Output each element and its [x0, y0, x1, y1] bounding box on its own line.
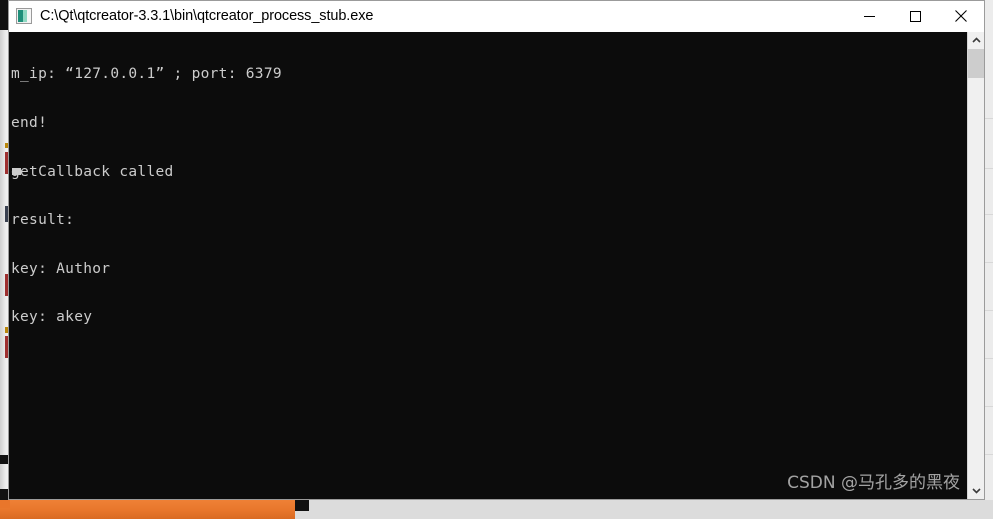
window-controls — [846, 1, 984, 31]
console-app-icon — [16, 8, 32, 24]
text-cursor — [12, 168, 21, 175]
maximize-button[interactable] — [892, 1, 938, 31]
minimize-button[interactable] — [846, 1, 892, 31]
background-console-strip — [0, 0, 8, 30]
scrollbar-track[interactable] — [968, 49, 984, 482]
console-line: result: — [11, 212, 75, 229]
taskbar-background — [295, 500, 993, 519]
console-window: C:\Qt\qtcreator-3.3.1\bin\qtcreator_proc… — [8, 0, 985, 500]
console-line: m_ip: “127.0.0.1” ; port: 6379 — [11, 66, 282, 83]
icon-segment — [27, 10, 31, 22]
taskbar-accent-notch — [0, 500, 10, 508]
vertical-scrollbar[interactable] — [967, 32, 984, 499]
scroll-down-button[interactable] — [968, 482, 984, 499]
console-output[interactable]: m_ip: “127.0.0.1” ; port: 6379 end! getC… — [9, 32, 967, 499]
console-line: getCallback called — [11, 163, 174, 180]
scrollbar-thumb[interactable] — [968, 49, 984, 78]
console-line: end! — [11, 115, 48, 131]
taskbar-dark-notch — [295, 500, 309, 511]
window-title: C:\Qt\qtcreator-3.3.1\bin\qtcreator_proc… — [40, 8, 374, 24]
console-line: key: Author — [11, 260, 111, 277]
window-titlebar[interactable]: C:\Qt\qtcreator-3.3.1\bin\qtcreator_proc… — [9, 1, 984, 32]
scroll-up-button[interactable] — [968, 32, 984, 49]
close-button[interactable] — [938, 1, 984, 31]
taskbar-accent-bar[interactable] — [0, 500, 295, 519]
console-client-area: m_ip: “127.0.0.1” ; port: 6379 end! getC… — [9, 32, 984, 499]
console-line: key: akey — [11, 309, 93, 326]
